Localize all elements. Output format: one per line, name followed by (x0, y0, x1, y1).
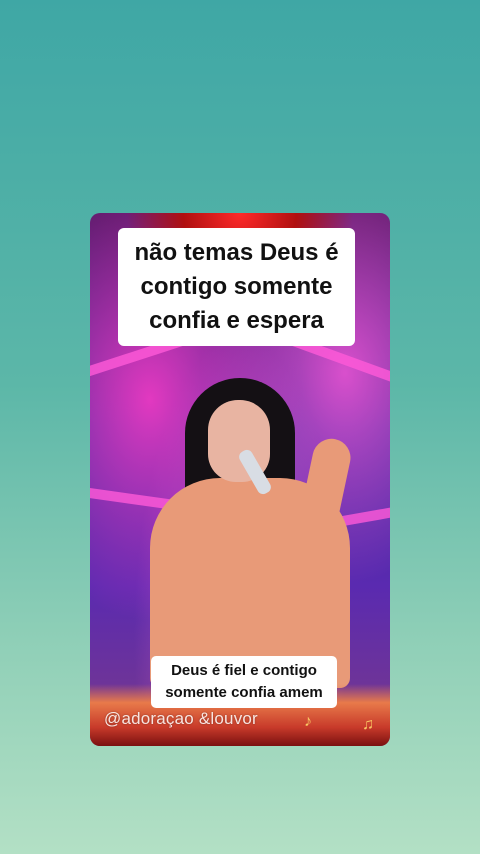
caption-bottom-line1: Deus é fiel e contigo (171, 662, 317, 679)
caption-bottom: Deus é fiel e contigo somente confia ame… (151, 656, 337, 708)
caption-top: não temas Deus é contigo somente confia … (118, 228, 355, 346)
caption-top-text: não temas Deus é contigo somente confia … (134, 239, 339, 334)
music-note-icon: ♪ (304, 713, 312, 730)
caption-bottom-line2: somente confia amem (165, 684, 323, 701)
watermark: @adoraçao &louvor (104, 709, 258, 728)
music-note-icon: ♫ (362, 716, 374, 733)
singer-figure (140, 378, 360, 688)
caption-bottom-text: Deus é fiel e contigo somente confia ame… (165, 660, 323, 704)
